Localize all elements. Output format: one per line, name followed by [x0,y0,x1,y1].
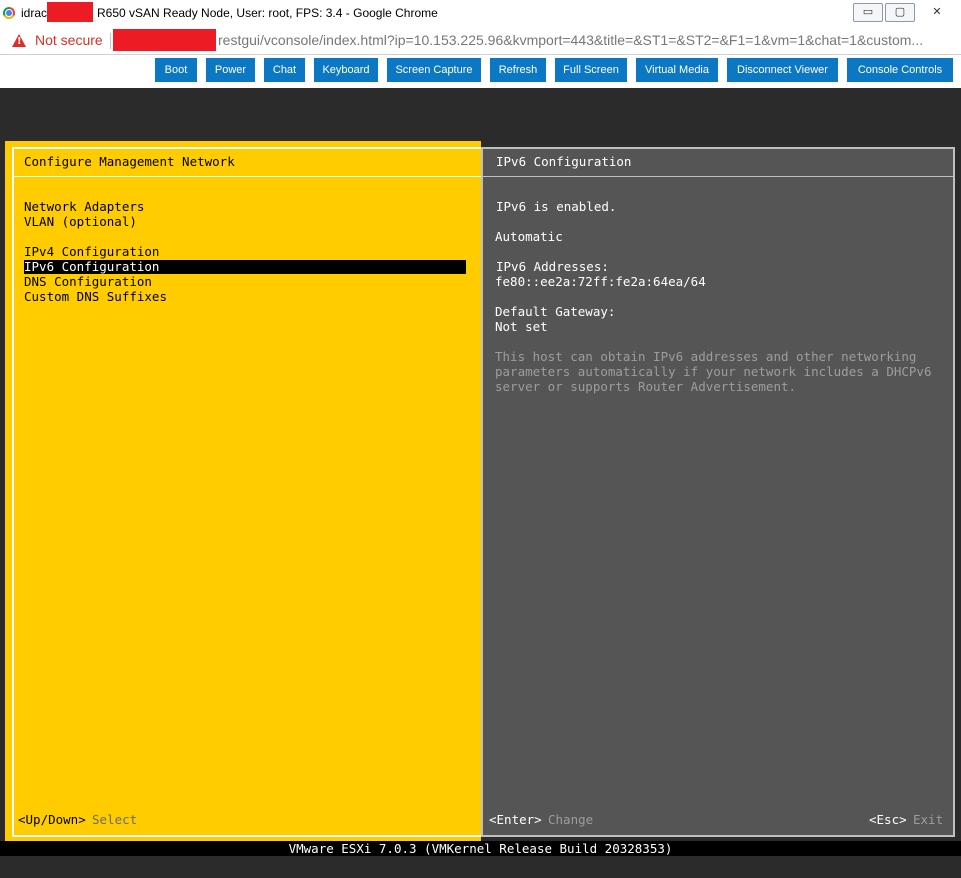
disconnect-viewer-button[interactable]: Disconnect Viewer [727,58,838,82]
power-button[interactable]: Power [206,58,255,82]
gateway-value: Not set [495,319,548,334]
window-title: R650 vSAN Ready Node, User: root, FPS: 3… [97,6,438,20]
footer-change-label: Change [548,812,594,827]
window-title-prefix: idrac [21,6,48,20]
full-screen-button[interactable]: Full Screen [555,58,627,82]
menu-item-dns-suffixes[interactable]: Custom DNS Suffixes [24,289,167,304]
description-line: server or supports Router Advertisement. [495,379,797,394]
console-screen[interactable]: Configure Management Network IPv6 Config… [0,88,961,878]
url-text[interactable]: restgui/vconsole/index.html?ip=10.153.22… [218,32,923,48]
menu-title-divider [12,176,481,177]
ipv6-address-value: fe80::ee2a:72ff:fe2a:64ea/64 [495,274,706,289]
detail-panel [481,147,955,837]
footer-select-label: Select [92,812,138,827]
boot-button[interactable]: Boot [155,58,197,82]
window-titlebar: idrac R650 vSAN Ready Node, User: root, … [0,0,961,28]
keyboard-button[interactable]: Keyboard [314,58,378,82]
address-separator [110,33,111,49]
menu-title: Configure Management Network [24,154,235,169]
version-line: VMware ESXi 7.0.3 (VMKernel Release Buil… [288,841,673,856]
menu-item-network-adapters[interactable]: Network Adapters [24,199,144,214]
redaction-block [113,29,216,51]
footer-enter-key: <Enter> [489,812,542,827]
description-line: parameters automatically if your network… [495,364,932,379]
security-indicator[interactable]: Not secure [35,32,103,48]
maximize-button[interactable]: ▢ [885,3,915,22]
menu-item-ipv4[interactable]: IPv4 Configuration [24,244,159,259]
menu-item-dns[interactable]: DNS Configuration [24,274,152,289]
detail-title-divider [483,176,953,177]
description-line: This host can obtain IPv6 addresses and … [495,349,917,364]
console-controls-button[interactable]: Console Controls [847,58,953,82]
chat-button[interactable]: Chat [264,58,305,82]
gateway-label: Default Gateway: [495,304,616,319]
ipv6-status: IPv6 is enabled. [496,199,617,214]
menu-item-vlan[interactable]: VLAN (optional) [24,214,137,229]
window-controls: ▭ ▢ ✕ [853,3,957,22]
detail-title: IPv6 Configuration [496,154,632,169]
close-button[interactable]: ✕ [917,3,957,22]
virtual-media-button[interactable]: Virtual Media [636,58,718,82]
footer-esc-key: <Esc> [869,812,907,827]
menu-item-ipv6[interactable]: IPv6 Configuration [24,259,159,274]
ipv6-addresses-label: IPv6 Addresses: [496,259,609,274]
footer-updown-key: <Up/Down> [18,812,86,827]
warning-icon[interactable] [12,34,26,47]
refresh-button[interactable]: Refresh [490,58,546,82]
kvm-toolbar: Boot Power Chat Keyboard Screen Capture … [0,55,961,88]
minimize-button[interactable]: ▭ [853,3,883,22]
redaction-block [47,2,93,22]
screen-capture-button[interactable]: Screen Capture [387,58,481,82]
footer-exit-label: Exit [913,812,944,827]
ipv6-mode: Automatic [495,229,563,244]
chrome-icon [3,7,15,19]
